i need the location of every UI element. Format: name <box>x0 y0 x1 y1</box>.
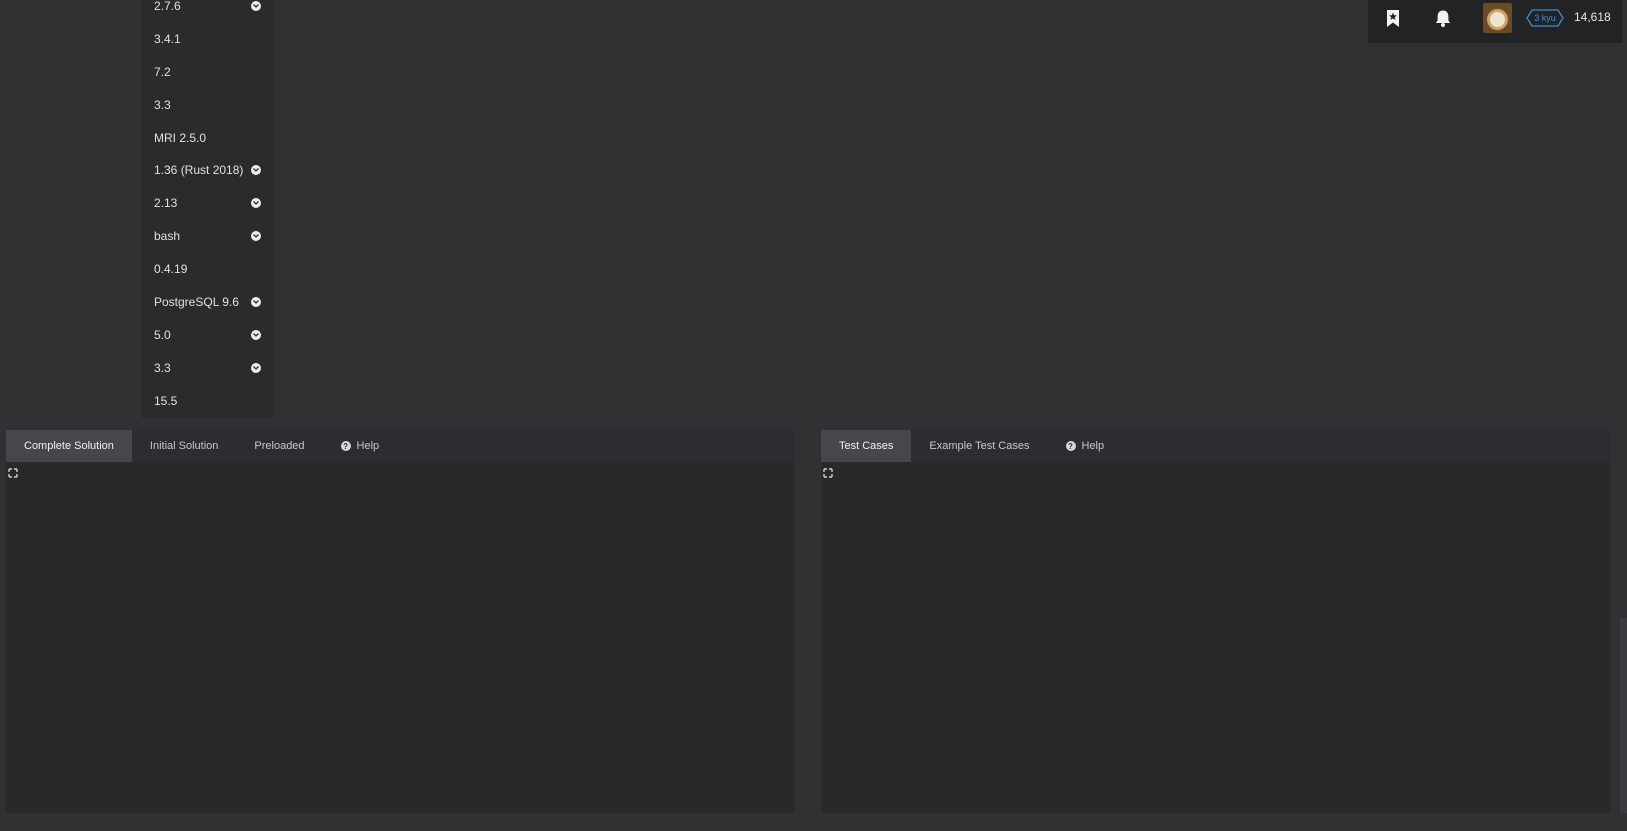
tab-initial-solution[interactable]: Initial Solution <box>132 430 237 462</box>
help-icon: ? <box>340 441 351 451</box>
avatar[interactable] <box>1483 3 1512 33</box>
version-label: 3.3 <box>154 98 171 112</box>
version-label: 15.5 <box>154 394 178 408</box>
tests-tabs: Test Cases Example Test Cases ? Help <box>821 430 1610 462</box>
tab-complete-solution[interactable]: Complete Solution <box>6 430 132 462</box>
tests-panel: Test Cases Example Test Cases ? Help <box>821 430 1610 813</box>
user-header: 3 kyu 14,618 <box>1368 0 1622 43</box>
bell-icon[interactable] <box>1434 8 1452 28</box>
chevron-down-icon[interactable] <box>251 198 261 208</box>
version-option[interactable]: 7.2 <box>141 60 274 84</box>
version-label: bash <box>154 229 181 243</box>
honor-score: 14,618 <box>1574 10 1611 24</box>
version-option[interactable]: 3.4.1 <box>141 27 274 51</box>
solution-panel: Complete Solution Initial Solution Prelo… <box>6 430 794 813</box>
version-option[interactable]: 5.0 <box>141 323 274 347</box>
version-label: 0.4.19 <box>154 262 188 276</box>
chevron-down-icon[interactable] <box>251 297 261 307</box>
version-option[interactable]: 0.4.19 <box>141 257 274 281</box>
version-label: 3.3 <box>154 361 171 375</box>
tab-example-test-cases[interactable]: Example Test Cases <box>911 430 1047 462</box>
fullscreen-icon[interactable] <box>823 468 833 478</box>
language-version-list: 2.7.6 3.4.1 7.2 3.3 MRI 2.5.0 1.36 (Rust… <box>141 0 274 418</box>
version-option[interactable]: 3.3 <box>141 356 274 380</box>
version-option[interactable]: 1.36 (Rust 2018) <box>141 158 274 182</box>
tab-help[interactable]: ? Help <box>1048 430 1123 462</box>
help-label: Help <box>1081 440 1105 452</box>
version-option[interactable]: MRI 2.5.0 <box>141 126 274 150</box>
tab-preloaded[interactable]: Preloaded <box>236 430 322 462</box>
tab-test-cases[interactable]: Test Cases <box>821 430 912 462</box>
version-option[interactable]: PostgreSQL 9.6 <box>141 290 274 314</box>
version-label: 7.2 <box>154 65 171 79</box>
scrollbar[interactable] <box>1620 618 1627 813</box>
tab-help[interactable]: ? Help <box>323 430 398 462</box>
bookmark-star-icon[interactable] <box>1385 8 1401 28</box>
version-label: PostgreSQL 9.6 <box>154 295 239 309</box>
version-option[interactable]: 2.13 <box>141 191 274 215</box>
version-label: 1.36 (Rust 2018) <box>154 163 244 177</box>
chevron-down-icon[interactable] <box>251 363 261 373</box>
solution-editor[interactable] <box>6 462 794 813</box>
rank-label: 3 kyu <box>1534 13 1556 23</box>
solution-tabs: Complete Solution Initial Solution Prelo… <box>6 430 794 462</box>
fullscreen-icon[interactable] <box>8 468 18 478</box>
help-icon: ? <box>1065 441 1076 451</box>
tests-editor[interactable] <box>821 462 1610 813</box>
chevron-down-icon[interactable] <box>251 165 261 175</box>
chevron-down-icon[interactable] <box>251 1 261 11</box>
rank-badge[interactable]: 3 kyu <box>1526 9 1564 27</box>
version-label: MRI 2.5.0 <box>154 131 207 145</box>
version-option[interactable]: 3.3 <box>141 93 274 117</box>
version-label: 5.0 <box>154 328 171 342</box>
help-label: Help <box>356 440 380 452</box>
version-option[interactable]: 15.5 <box>141 389 274 413</box>
version-option[interactable]: 2.7.6 <box>141 0 274 18</box>
version-label: 2.7.6 <box>154 0 181 13</box>
version-label: 2.13 <box>154 196 178 210</box>
chevron-down-icon[interactable] <box>251 231 261 241</box>
version-option[interactable]: bash <box>141 224 274 248</box>
chevron-down-icon[interactable] <box>251 330 261 340</box>
version-label: 3.4.1 <box>154 32 181 46</box>
